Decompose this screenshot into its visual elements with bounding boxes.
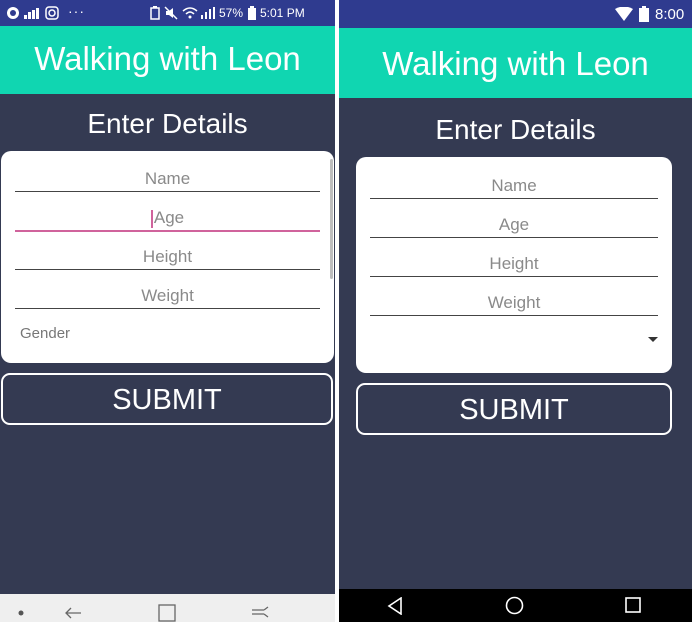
battery-percent: 57% <box>219 6 244 20</box>
name-field[interactable]: Name <box>370 160 658 199</box>
more-notifications: ··· <box>68 3 85 19</box>
submit-button[interactable]: SUBMIT <box>356 383 672 435</box>
status-bar: ··· 57% 5:01 PM <box>0 0 335 26</box>
signal-strength-icon <box>201 7 215 19</box>
dot-indicator-icon <box>18 610 24 616</box>
wifi-icon <box>182 7 198 19</box>
name-field[interactable]: Name <box>15 154 320 192</box>
scrollbar[interactable] <box>330 159 333 279</box>
clock: 5:01 PM <box>260 6 305 20</box>
gender-label[interactable]: Gender <box>20 325 70 342</box>
navigation-bar <box>339 589 692 622</box>
details-form: Name Age Height Weight Gender <box>1 151 334 363</box>
mute-icon <box>164 6 178 20</box>
height-field[interactable]: Height <box>15 232 320 270</box>
battery-icon <box>248 6 256 20</box>
right-phone-screen: 8:00 Walking with Leon Enter Details Nam… <box>339 0 692 622</box>
home-icon[interactable] <box>251 606 269 620</box>
app-bar: Walking with Leon <box>0 26 335 94</box>
clock: 8:00 <box>655 6 685 23</box>
app-bar: Walking with Leon <box>339 28 692 98</box>
height-field[interactable]: Height <box>370 238 658 277</box>
recents-icon[interactable] <box>158 604 176 622</box>
age-field[interactable]: Age <box>370 199 658 238</box>
dropdown-arrow-icon[interactable] <box>648 337 658 342</box>
home-icon[interactable] <box>505 596 524 615</box>
weight-field[interactable]: Weight <box>15 271 320 309</box>
signal-icon <box>24 8 39 19</box>
back-icon[interactable] <box>387 597 403 615</box>
details-form: Name Age Height Weight <box>356 157 672 373</box>
status-bar: 8:00 <box>339 0 692 28</box>
left-phone-screen: ··· 57% 5:01 PM Walking with Leon Enter … <box>0 0 335 622</box>
page-heading: Enter Details <box>435 114 596 145</box>
navigation-bar <box>0 594 335 622</box>
age-placeholder: Age <box>153 208 185 227</box>
instagram-icon <box>45 6 59 20</box>
text-cursor <box>150 209 153 228</box>
wifi-icon <box>615 7 633 21</box>
app-title: Walking with Leon <box>382 45 649 82</box>
app-title: Walking with Leon <box>34 40 301 77</box>
weight-field[interactable]: Weight <box>370 277 658 316</box>
battery-saver-icon <box>150 6 160 20</box>
page-heading: Enter Details <box>87 108 248 139</box>
back-icon[interactable] <box>64 606 82 620</box>
age-field[interactable]: Age <box>15 193 320 232</box>
submit-button[interactable]: SUBMIT <box>1 373 333 425</box>
recents-icon[interactable] <box>625 597 641 613</box>
battery-icon <box>639 6 649 22</box>
snapchat-icon <box>7 7 19 19</box>
